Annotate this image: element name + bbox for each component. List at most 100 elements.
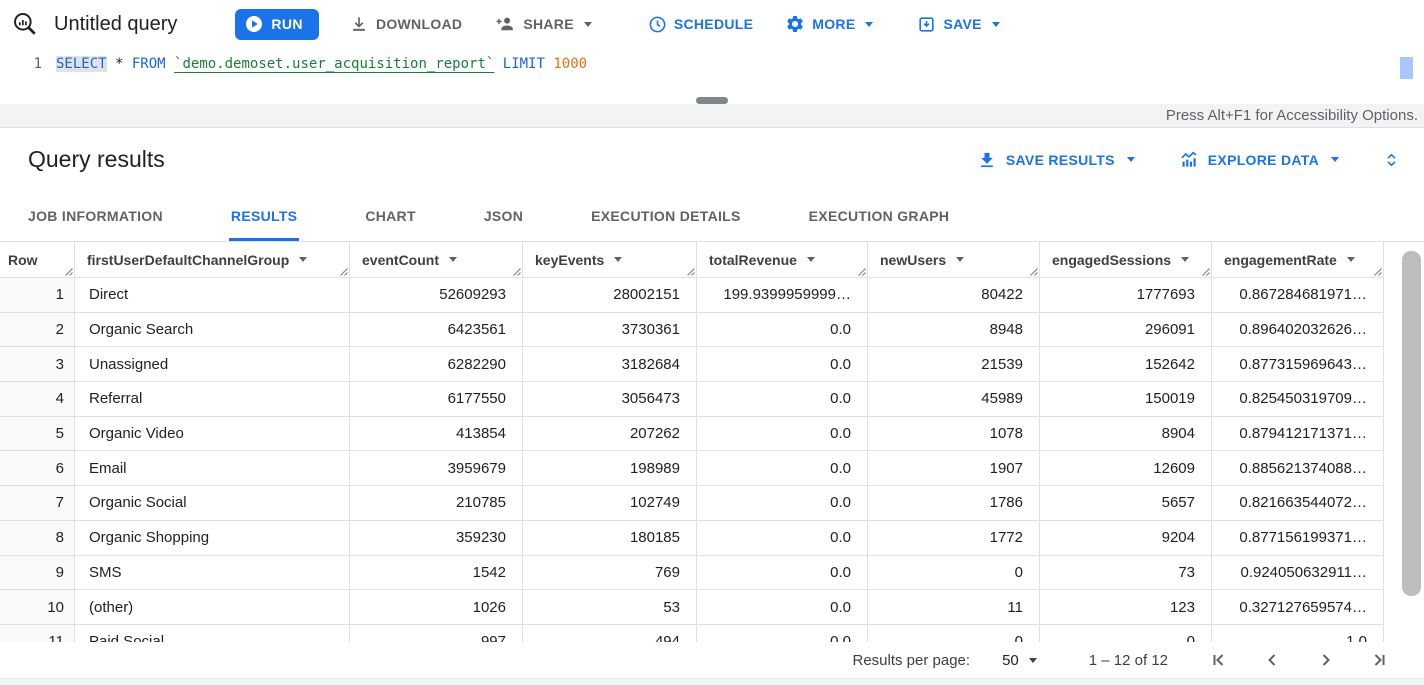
row-number-cell: 3 — [0, 347, 75, 381]
previous-page-button[interactable] — [1262, 650, 1282, 670]
table-row: 5Organic Video4138542072620.0107889040.8… — [0, 417, 1424, 452]
tab-chart[interactable]: CHART — [365, 191, 416, 241]
row-number-cell: 9 — [0, 556, 75, 590]
tab-execution-details[interactable]: EXECUTION DETAILS — [591, 191, 741, 241]
table-cell: Unassigned — [75, 347, 350, 381]
first-page-button[interactable] — [1208, 650, 1228, 670]
results-per-page-label: Results per page: — [853, 652, 971, 669]
run-button[interactable]: RUN — [235, 9, 319, 40]
column-dropdown-caret-icon[interactable] — [1347, 257, 1355, 262]
column-header-engagedSessions[interactable]: engagedSessions — [1040, 242, 1212, 277]
table-cell: 11 — [868, 590, 1040, 624]
sql-editor[interactable]: 1 SELECT * FROM `demo.demoset.user_acqui… — [0, 48, 1424, 104]
query-results-header: Query results SAVE RESULTS — [0, 128, 1424, 191]
horizontal-scrollbar-track[interactable] — [0, 678, 1424, 685]
column-resize-grip[interactable] — [1029, 267, 1038, 276]
column-label: totalRevenue — [709, 252, 797, 268]
table-cell: Organic Search — [75, 313, 350, 347]
editor-scrollbar-thumb[interactable] — [1400, 57, 1413, 79]
more-dropdown-caret-icon — [865, 22, 873, 27]
row-number-cell: 1 — [0, 278, 75, 312]
table-cell: 1772 — [868, 521, 1040, 555]
column-dropdown-caret-icon[interactable] — [1181, 257, 1189, 262]
table-cell: 0.0 — [697, 521, 868, 555]
query-results-title: Query results — [28, 146, 165, 173]
column-header-firstUserDefaultChannelGroup[interactable]: firstUserDefaultChannelGroup — [75, 242, 350, 277]
column-dropdown-caret-icon[interactable] — [449, 257, 457, 262]
tab-job-information[interactable]: JOB INFORMATION — [28, 191, 163, 241]
column-label: eventCount — [362, 252, 439, 268]
column-header-newUsers[interactable]: newUsers — [868, 242, 1040, 277]
sql-code-line[interactable]: SELECT * FROM `demo.demoset.user_acquisi… — [56, 48, 587, 104]
column-header-totalRevenue[interactable]: totalRevenue — [697, 242, 868, 277]
column-label: engagedSessions — [1052, 252, 1171, 268]
table-cell: 12609 — [1040, 451, 1212, 485]
explore-data-button[interactable]: EXPLORE DATA — [1179, 150, 1339, 170]
table-cell: 123 — [1040, 590, 1212, 624]
save-results-button[interactable]: SAVE RESULTS — [977, 150, 1135, 170]
table-cell: 53 — [523, 590, 697, 624]
column-header-eventCount[interactable]: eventCount — [350, 242, 523, 277]
column-resize-grip[interactable] — [686, 267, 695, 276]
table-cell: 8904 — [1040, 417, 1212, 451]
table-cell: 210785 — [350, 486, 523, 520]
column-resize-grip[interactable] — [512, 267, 521, 276]
unfold-chevrons-icon — [1383, 149, 1400, 171]
table-cell: 769 — [523, 556, 697, 590]
column-header-engagementRate[interactable]: engagementRate — [1212, 242, 1384, 277]
results-tabs: JOB INFORMATION RESULTS CHART JSON EXECUTION… — [0, 191, 1424, 241]
column-resize-grip[interactable] — [339, 267, 348, 276]
table-cell: Organic Video — [75, 417, 350, 451]
sql-table-reference-link[interactable]: `demo.demoset.user_acquisition_report` — [174, 56, 494, 72]
download-icon — [349, 14, 369, 34]
row-number-cell: 11 — [0, 625, 75, 642]
table-scrollbar-thumb[interactable] — [1402, 251, 1421, 596]
table-cell: 1907 — [868, 451, 1040, 485]
table-cell: 494 — [523, 625, 697, 642]
table-row: 6Email39596791989890.01907126090.8856213… — [0, 451, 1424, 486]
share-button[interactable]: SHARE — [494, 14, 592, 34]
table-cell: 0.0 — [697, 486, 868, 520]
splitter-drag-handle[interactable] — [696, 97, 728, 104]
more-button[interactable]: MORE — [785, 14, 873, 34]
page-size-select[interactable]: 50 — [996, 651, 1043, 670]
column-resize-grip[interactable] — [1201, 267, 1210, 276]
table-cell: 0.0 — [697, 451, 868, 485]
table-cell: Email — [75, 451, 350, 485]
table-row: 4Referral617755030564730.0459891500190.8… — [0, 382, 1424, 417]
column-resize-grip[interactable] — [857, 267, 866, 276]
column-dropdown-caret-icon[interactable] — [614, 257, 622, 262]
table-cell: Organic Shopping — [75, 521, 350, 555]
column-resize-grip[interactable] — [1373, 267, 1382, 276]
table-cell: 150019 — [1040, 382, 1212, 416]
tab-label: RESULTS — [231, 208, 297, 224]
table-row: 2Organic Search642356137303610.089482960… — [0, 313, 1424, 348]
table-cell: 0.896402032626… — [1212, 313, 1384, 347]
schedule-button[interactable]: SCHEDULE — [648, 15, 753, 34]
sql-number-literal: 1000 — [553, 56, 587, 72]
table-cell: 1078 — [868, 417, 1040, 451]
tab-execution-graph[interactable]: EXECUTION GRAPH — [809, 191, 950, 241]
tab-label: EXECUTION GRAPH — [809, 208, 950, 224]
table-row: 7Organic Social2107851027490.0178656570.… — [0, 486, 1424, 521]
column-dropdown-caret-icon[interactable] — [956, 257, 964, 262]
sql-keyword-from: FROM — [132, 56, 166, 72]
column-dropdown-caret-icon[interactable] — [807, 257, 815, 262]
tab-json[interactable]: JSON — [484, 191, 523, 241]
table-cell: 45989 — [868, 382, 1040, 416]
table-cell: 413854 — [350, 417, 523, 451]
table-cell: 3182684 — [523, 347, 697, 381]
column-header-keyEvents[interactable]: keyEvents — [523, 242, 697, 277]
next-page-button[interactable] — [1316, 650, 1336, 670]
column-resize-grip[interactable] — [64, 267, 73, 276]
row-number-cell: 2 — [0, 313, 75, 347]
row-number-cell: 8 — [0, 521, 75, 555]
table-cell: 199.9399959999… — [697, 278, 868, 312]
tab-results[interactable]: RESULTS — [231, 191, 297, 241]
download-button[interactable]: DOWNLOAD — [349, 14, 462, 34]
expand-collapse-panel-button[interactable] — [1383, 149, 1400, 171]
save-results-caret-icon — [1127, 157, 1135, 162]
last-page-button[interactable] — [1370, 650, 1390, 670]
save-button[interactable]: SAVE — [917, 15, 999, 34]
column-dropdown-caret-icon[interactable] — [299, 257, 307, 262]
